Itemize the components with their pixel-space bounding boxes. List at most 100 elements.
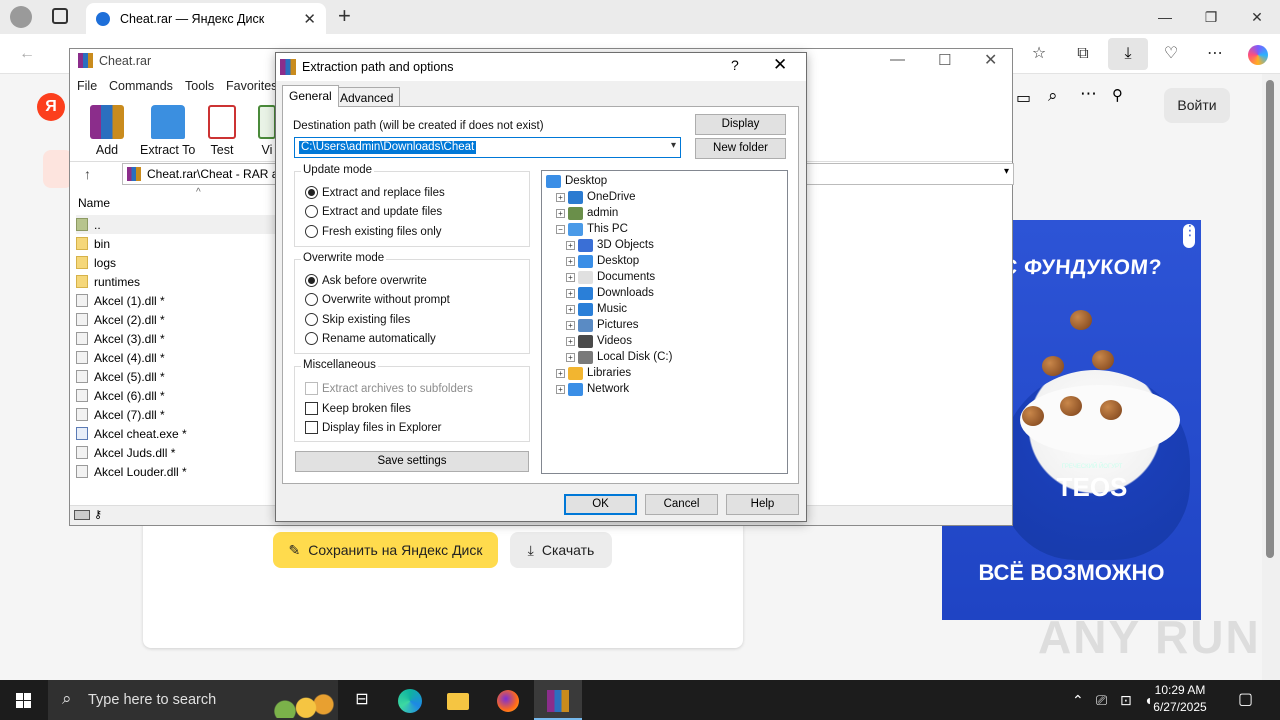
radio-ask-before-overwrite[interactable]: Ask before overwrite: [305, 274, 427, 287]
destination-dropdown-icon[interactable]: ▾: [671, 140, 676, 151]
page-scrollbar-thumb[interactable]: [1266, 80, 1274, 558]
radio-extract-update[interactable]: Extract and update files: [305, 205, 442, 218]
address-dropdown-icon[interactable]: ▾: [1004, 166, 1009, 177]
radio-button[interactable]: [305, 332, 318, 345]
save-settings-button[interactable]: Save settings: [295, 451, 529, 472]
file-row[interactable]: runtimes: [76, 272, 140, 291]
file-row[interactable]: ..: [76, 215, 276, 234]
expand-icon[interactable]: +: [556, 368, 565, 378]
radio-extract-replace[interactable]: Extract and replace files: [305, 186, 445, 199]
radio-button[interactable]: [305, 225, 318, 238]
collections-icon[interactable]: ⧉: [1070, 42, 1096, 66]
radio-button[interactable]: [305, 205, 318, 218]
file-row[interactable]: Akcel cheat.exe *: [76, 424, 187, 443]
yandex-logo[interactable]: Я: [37, 93, 65, 121]
expand-icon[interactable]: +: [556, 384, 565, 394]
tree-node[interactable]: − This PC: [556, 221, 628, 237]
tab-actions-icon[interactable]: [52, 8, 68, 24]
tree-node[interactable]: + Music: [566, 301, 627, 317]
expand-icon[interactable]: +: [566, 240, 575, 250]
file-row[interactable]: Akcel (6).dll *: [76, 386, 165, 405]
expand-icon[interactable]: +: [556, 192, 565, 202]
tree-node[interactable]: + OneDrive: [556, 189, 636, 205]
start-button[interactable]: [0, 680, 48, 720]
radio-overwrite-without-prompt[interactable]: Overwrite without prompt: [305, 293, 450, 306]
tree-node[interactable]: Desktop: [546, 173, 607, 189]
expand-icon[interactable]: +: [566, 320, 575, 330]
expand-icon[interactable]: +: [556, 208, 565, 218]
tree-node[interactable]: + Downloads: [566, 285, 654, 301]
up-folder-icon[interactable]: ↑: [84, 166, 91, 182]
radio-button[interactable]: [305, 186, 318, 199]
file-row[interactable]: Akcel (4).dll *: [76, 348, 165, 367]
menu-tools[interactable]: Tools: [185, 79, 214, 93]
destination-path-input[interactable]: C:\Users\admin\Downloads\Cheat ▾: [294, 137, 681, 158]
cancel-button[interactable]: Cancel: [645, 494, 718, 515]
file-row[interactable]: logs: [76, 253, 116, 272]
checkbox-keep-broken-files[interactable]: Keep broken files: [305, 402, 411, 415]
file-row[interactable]: Akcel (7).dll *: [76, 405, 165, 424]
favorites-icon[interactable]: ☆: [1026, 42, 1052, 66]
collapse-icon[interactable]: −: [556, 224, 565, 234]
tree-node[interactable]: + admin: [556, 205, 618, 221]
more-icon[interactable]: ⋯: [1202, 42, 1228, 66]
tool-test[interactable]: Test: [208, 105, 236, 157]
back-icon[interactable]: ←: [14, 42, 40, 66]
winrar-taskbar-icon[interactable]: [534, 680, 582, 720]
tree-node[interactable]: + Network: [556, 381, 629, 397]
ad-menu-icon[interactable]: ⋮: [1183, 223, 1197, 248]
radio-fresh-existing[interactable]: Fresh existing files only: [305, 225, 442, 238]
tool-extract-to[interactable]: Extract To: [140, 105, 195, 157]
taskbar-search[interactable]: ⌕ Type here to search: [48, 680, 338, 720]
tab-yandex-disk[interactable]: Cheat.rar — Яндекс Диск ✕: [86, 3, 326, 34]
winrar-maximize-button[interactable]: ☐: [938, 51, 951, 69]
expand-icon[interactable]: +: [566, 256, 575, 266]
downloads-icon[interactable]: ⤓: [1108, 38, 1148, 70]
firefox-taskbar-icon[interactable]: [484, 680, 532, 720]
expand-icon[interactable]: +: [566, 288, 575, 298]
expand-icon[interactable]: +: [566, 272, 575, 282]
menu-commands[interactable]: Commands: [109, 79, 173, 93]
menu-favorites[interactable]: Favorites: [226, 79, 277, 93]
dialog-close-button[interactable]: ✕: [773, 55, 787, 75]
tree-node[interactable]: + Libraries: [556, 365, 631, 381]
ok-button[interactable]: OK: [564, 494, 637, 515]
login-button[interactable]: Войти: [1164, 88, 1230, 123]
help-button[interactable]: Help: [726, 494, 799, 515]
file-explorer-taskbar-icon[interactable]: [434, 680, 482, 720]
radio-button[interactable]: [305, 293, 318, 306]
checkbox-display-in-explorer[interactable]: Display files in Explorer: [305, 421, 442, 434]
notifications-icon[interactable]: ▢: [1238, 680, 1253, 720]
display-button[interactable]: Display: [695, 114, 786, 135]
radio-skip-existing[interactable]: Skip existing files: [305, 313, 410, 326]
pin-icon[interactable]: ⚲: [1112, 86, 1123, 104]
copilot-icon[interactable]: [1248, 45, 1268, 65]
radio-rename-automatically[interactable]: Rename automatically: [305, 332, 436, 345]
winrar-minimize-button[interactable]: —: [890, 51, 905, 68]
folder-icon[interactable]: ▭: [1016, 88, 1031, 108]
restore-button[interactable]: ❐: [1188, 5, 1234, 29]
tab-general[interactable]: General: [282, 85, 339, 107]
tree-node[interactable]: + Videos: [566, 333, 632, 349]
expand-icon[interactable]: +: [566, 336, 575, 346]
expand-icon[interactable]: +: [566, 352, 575, 362]
radio-button[interactable]: [305, 313, 318, 326]
checkbox[interactable]: [305, 421, 318, 434]
save-to-yandex-disk-button[interactable]: ✎ Сохранить на Яндекс Диск: [273, 532, 498, 568]
radio-button[interactable]: [305, 274, 318, 287]
checkbox[interactable]: [305, 402, 318, 415]
minimize-button[interactable]: —: [1142, 5, 1188, 29]
tab-close-icon[interactable]: ✕: [303, 10, 316, 28]
tree-node[interactable]: + Pictures: [566, 317, 639, 333]
file-row[interactable]: Akcel Juds.dll *: [76, 443, 175, 462]
show-hidden-icons[interactable]: ⌃: [1072, 680, 1084, 720]
profile-avatar[interactable]: [10, 6, 32, 28]
file-row[interactable]: Akcel (2).dll *: [76, 310, 165, 329]
tree-node[interactable]: + Local Disk (C:): [566, 349, 672, 365]
new-tab-button[interactable]: +: [338, 3, 351, 29]
tool-view[interactable]: Vi: [258, 105, 276, 157]
file-row[interactable]: Akcel (5).dll *: [76, 367, 165, 386]
browser-essentials-icon[interactable]: ♡: [1158, 42, 1184, 66]
dialog-help-button[interactable]: ?: [731, 57, 739, 73]
file-row[interactable]: bin: [76, 234, 110, 253]
